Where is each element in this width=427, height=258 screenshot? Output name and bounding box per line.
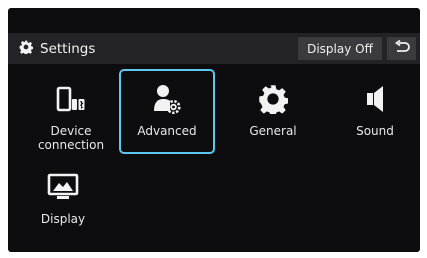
tile-label: Sound [356,124,394,138]
gear-icon [19,39,34,58]
tile-display[interactable]: Display [15,168,111,226]
title-group: Settings [19,33,95,64]
back-button[interactable] [387,37,416,60]
tile-device-connection[interactable]: Device connection [23,80,119,152]
back-arrow-icon [394,39,410,58]
tile-label: Device connection [37,124,105,152]
monitor-icon [47,168,79,202]
device-connection-icon [56,80,86,114]
settings-screen: Settings Display Off Device connection A… [8,8,420,252]
tile-label: General [249,124,297,138]
display-off-button[interactable]: Display Off [298,37,382,60]
tile-label: Display [40,212,86,226]
tile-label: Advanced [137,124,197,138]
tile-general[interactable]: General [225,80,321,138]
tile-sound[interactable]: Sound [327,80,420,138]
header-bar: Settings Display Off [8,33,420,64]
speaker-icon [362,80,388,114]
gear-icon [258,80,288,114]
advanced-user-gear-icon [153,80,181,114]
page-title: Settings [40,40,96,57]
tile-advanced[interactable]: Advanced [119,69,215,154]
